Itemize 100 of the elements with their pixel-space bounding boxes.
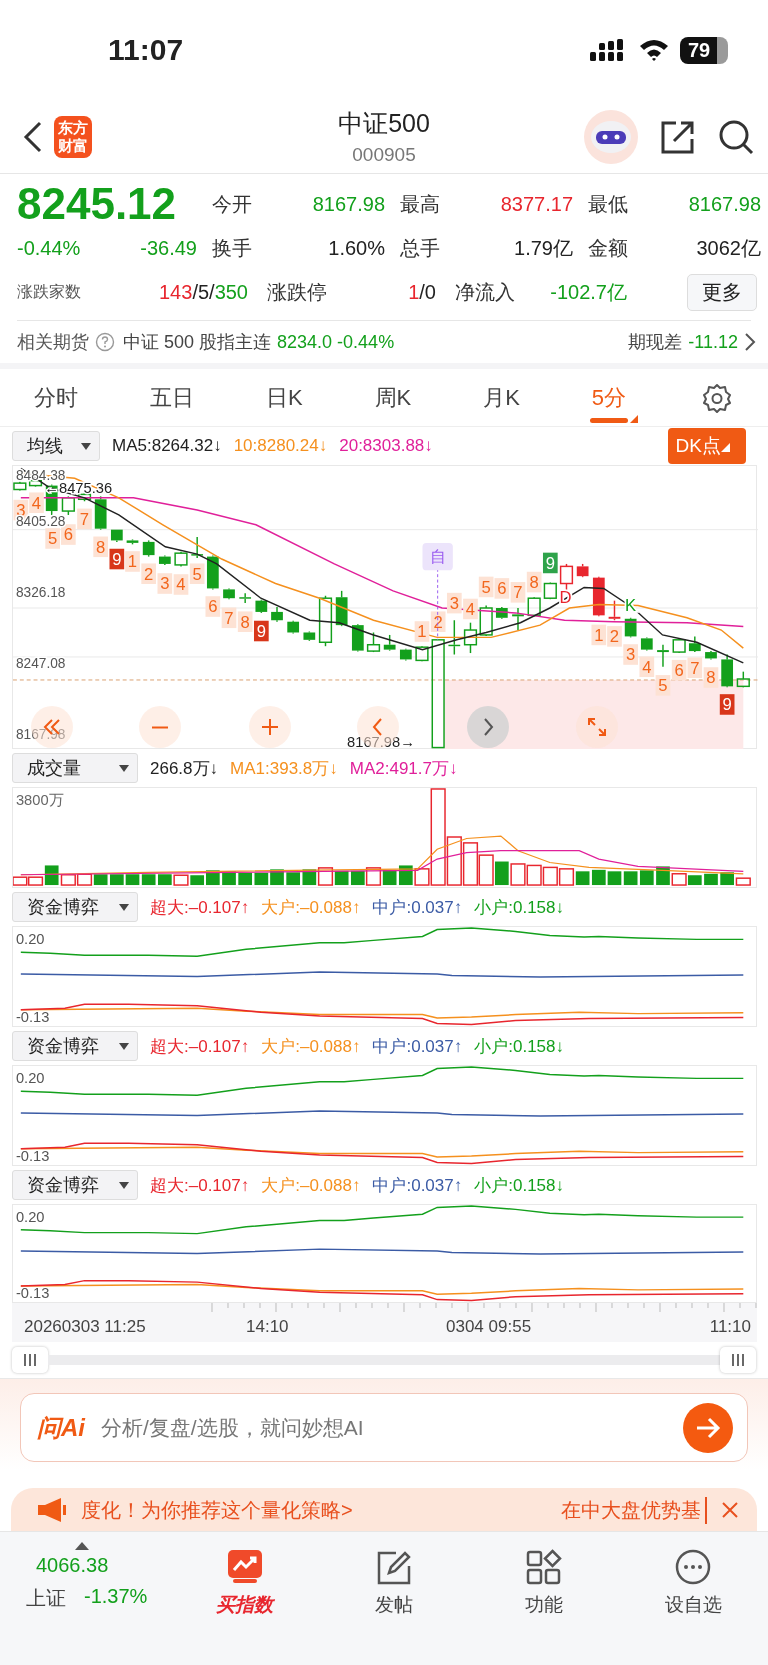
axis-label: -0.13 bbox=[15, 1147, 50, 1164]
sequence-count: 4 bbox=[463, 598, 478, 620]
candle bbox=[576, 563, 589, 578]
legend-value: MA1:393.8万↓ bbox=[230, 757, 338, 780]
caret-icon bbox=[119, 1181, 129, 1189]
candle bbox=[721, 653, 733, 689]
candle bbox=[318, 595, 333, 647]
candle bbox=[543, 581, 557, 600]
caret-icon bbox=[81, 442, 91, 450]
indicator-dropdown[interactable]: 资金博弈 bbox=[12, 1170, 138, 1200]
volume-bar bbox=[558, 868, 575, 886]
fullscreen-button[interactable] bbox=[576, 706, 618, 748]
volume-bar bbox=[334, 870, 349, 886]
candle bbox=[351, 623, 364, 653]
stat-value: 1.60% bbox=[328, 236, 385, 260]
candle bbox=[239, 592, 252, 604]
sequence-count: 5 bbox=[478, 576, 494, 598]
index-change: -1.37% bbox=[84, 1585, 148, 1609]
period-tab[interactable]: 日K bbox=[261, 372, 307, 423]
volume-bar bbox=[93, 874, 108, 886]
volume-bar bbox=[591, 869, 606, 886]
back-icon[interactable] bbox=[22, 119, 44, 154]
corner-icon bbox=[721, 443, 730, 452]
period-tab[interactable]: 周K bbox=[370, 372, 416, 423]
fullscreen-icon bbox=[587, 717, 607, 737]
battery-indicator: 79 bbox=[680, 36, 728, 64]
sequence-count: 6 bbox=[205, 596, 221, 617]
dropdown-icon bbox=[630, 414, 638, 423]
chevron-right-icon[interactable] bbox=[744, 332, 756, 352]
candle bbox=[657, 644, 669, 668]
caret-icon bbox=[119, 764, 129, 772]
candle bbox=[608, 599, 621, 621]
zoom-out-icon bbox=[152, 725, 168, 729]
sequence-count: 6 bbox=[494, 578, 510, 599]
volume-bar bbox=[76, 873, 93, 886]
legend-value: 大户:–0.088↑ bbox=[261, 1035, 361, 1058]
sequence-count: 1 bbox=[125, 551, 140, 572]
sequence-count: 7 bbox=[510, 582, 526, 603]
status-time: 11:07 bbox=[108, 33, 184, 67]
volume-bar bbox=[125, 874, 140, 886]
sequence-count: 5 bbox=[189, 563, 205, 584]
price-mark: 8167.98→ bbox=[347, 733, 415, 750]
range-handle[interactable] bbox=[720, 1347, 756, 1373]
sequence-count: 6 bbox=[671, 659, 687, 681]
search-icon[interactable] bbox=[718, 118, 754, 155]
more-button[interactable]: 更多 bbox=[687, 273, 757, 311]
time-label: 0304 09:55 bbox=[446, 1317, 532, 1337]
stat-label: 涨跌停 bbox=[267, 279, 327, 305]
candle bbox=[672, 638, 686, 654]
sequence-count: 8 bbox=[237, 611, 253, 632]
arrow-right-icon bbox=[695, 1416, 721, 1439]
change-percent: -0.44% bbox=[17, 236, 81, 260]
ask-field[interactable]: 分析/复盘/选股，就问妙想AI bbox=[99, 1414, 683, 1441]
stat-value: 1/0 bbox=[408, 280, 436, 304]
nav-tab[interactable]: 发帖 bbox=[319, 1540, 469, 1665]
indicator-dropdown[interactable]: 资金博弈 bbox=[12, 892, 138, 922]
candle bbox=[61, 495, 75, 516]
candle bbox=[463, 621, 478, 654]
indicator-dropdown[interactable]: 成交量 bbox=[12, 753, 138, 783]
index-widget[interactable]: 4066.38 上证 -1.37% bbox=[0, 1540, 170, 1665]
index-name: 上证 bbox=[26, 1586, 66, 1611]
axis-label: 3800万 bbox=[15, 791, 64, 808]
sequence-count: 3 bbox=[446, 592, 462, 614]
volume-bar bbox=[110, 874, 124, 886]
indicator-dropdown[interactable]: 资金博弈 bbox=[12, 1031, 138, 1061]
legend-value: 大户:–0.088↑ bbox=[261, 896, 361, 919]
stat-label: 涨跌家数 bbox=[17, 281, 81, 302]
spread-value: -11.12 bbox=[688, 331, 738, 353]
settings-icon[interactable] bbox=[701, 382, 732, 413]
megaphone-icon bbox=[37, 1497, 67, 1523]
candle bbox=[126, 538, 139, 546]
marker-label: 自 bbox=[422, 542, 453, 571]
range-handle[interactable] bbox=[12, 1347, 48, 1373]
volume-bar bbox=[510, 863, 526, 886]
candle bbox=[448, 619, 461, 656]
period-tab[interactable]: 月K bbox=[479, 372, 524, 423]
close-icon[interactable] bbox=[721, 1501, 739, 1519]
wifi-icon bbox=[638, 38, 670, 62]
nav-tab[interactable]: 功能 bbox=[469, 1540, 619, 1665]
change-value: -36.49 bbox=[140, 236, 197, 260]
sequence-count: 4 bbox=[173, 574, 189, 595]
volume-bar bbox=[494, 861, 509, 886]
candle bbox=[383, 634, 396, 652]
period-tab[interactable]: 分时 bbox=[30, 372, 82, 423]
stat-value: 1.79亿 bbox=[514, 235, 573, 261]
stat-label: 金额 bbox=[588, 235, 628, 261]
help-icon[interactable] bbox=[95, 332, 115, 352]
volume-bar bbox=[13, 876, 28, 886]
zoom-in-button[interactable] bbox=[249, 706, 291, 748]
volume-bar bbox=[542, 866, 558, 886]
volume-bar bbox=[141, 874, 156, 886]
nav-tab[interactable]: 设自选 bbox=[618, 1540, 768, 1665]
period-tab[interactable]: 五日 bbox=[145, 372, 198, 423]
stat-value: 8377.17 bbox=[500, 192, 573, 216]
candle bbox=[527, 596, 541, 618]
submit-button[interactable] bbox=[683, 1402, 733, 1453]
indicator-dropdown[interactable]: 均线 bbox=[12, 431, 100, 461]
robot-icon[interactable] bbox=[584, 109, 638, 164]
stat-label: 最高 bbox=[400, 191, 440, 217]
nav-tab[interactable]: 买指数 bbox=[170, 1540, 320, 1665]
